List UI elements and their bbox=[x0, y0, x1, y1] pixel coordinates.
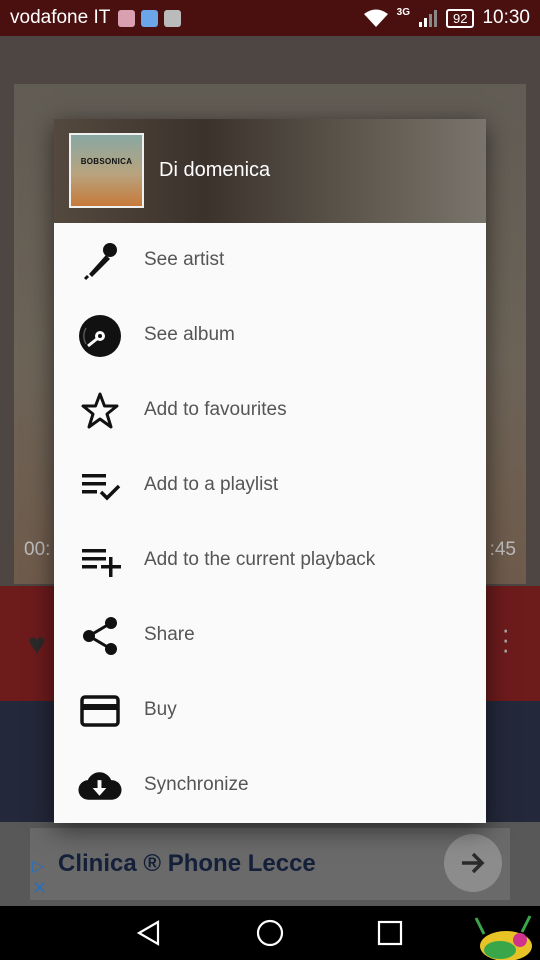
status-bar: vodafone IT 3G 92 10:30 bbox=[0, 0, 540, 36]
recent-apps-icon[interactable] bbox=[375, 918, 405, 948]
signal-icon bbox=[418, 10, 437, 27]
back-icon[interactable] bbox=[134, 918, 164, 948]
album-cover-text: BOBSONICA bbox=[80, 157, 133, 166]
headset-notification-icon bbox=[118, 9, 136, 27]
menu-label: Add to the current playback bbox=[144, 549, 376, 570]
menu-label: See album bbox=[144, 324, 235, 345]
star-icon bbox=[77, 388, 122, 433]
home-icon[interactable] bbox=[255, 918, 285, 948]
wifi-icon bbox=[363, 9, 388, 27]
cloud-download-icon bbox=[77, 763, 122, 808]
menu-label: Buy bbox=[144, 699, 177, 720]
menu-item-add-to-favourites[interactable]: Add to favourites bbox=[54, 373, 486, 448]
status-clock: 10:30 bbox=[482, 7, 530, 28]
battery-indicator: 92 bbox=[445, 8, 475, 28]
menu-item-synchronize[interactable]: Synchronize bbox=[54, 748, 486, 823]
menu-label: See artist bbox=[144, 249, 225, 270]
playlist-add-check-icon bbox=[77, 463, 122, 508]
share-icon bbox=[77, 613, 122, 658]
menu-item-see-album[interactable]: See album bbox=[54, 298, 486, 373]
menu-label: Share bbox=[144, 624, 195, 645]
menu-label: Add to a playlist bbox=[144, 474, 279, 495]
dialog-header: BOBSONICA Di domenica bbox=[54, 119, 486, 223]
song-options-dialog: BOBSONICA Di domenica See artist See alb… bbox=[54, 119, 486, 823]
credit-card-icon bbox=[77, 688, 122, 733]
navigation-bar bbox=[0, 906, 540, 960]
ad-close-icon[interactable]: ✕ bbox=[32, 878, 47, 899]
album-cover: BOBSONICA bbox=[69, 133, 144, 208]
menu-item-add-to-playlist[interactable]: Add to a playlist bbox=[54, 448, 486, 523]
ad-choices-icon[interactable]: ▷ bbox=[32, 856, 44, 876]
menu-item-share[interactable]: Share bbox=[54, 598, 486, 673]
notification-icons bbox=[118, 9, 182, 27]
menu-item-add-to-current-playback[interactable]: Add to the current playback bbox=[54, 523, 486, 598]
song-title: Di domenica bbox=[159, 159, 271, 181]
app-notification-icon bbox=[141, 9, 159, 27]
microphone-icon bbox=[77, 238, 122, 283]
network-type: 3G bbox=[396, 6, 410, 18]
menu-item-buy[interactable]: Buy bbox=[54, 673, 486, 748]
album-icon bbox=[77, 313, 122, 358]
ad-text[interactable]: Clinica ® Phone Lecce bbox=[58, 850, 316, 878]
elapsed-time: 00: bbox=[24, 539, 51, 560]
ad-banner[interactable]: Clinica ® Phone Lecce bbox=[0, 822, 540, 906]
more-vert-icon: · · · bbox=[501, 614, 510, 664]
total-time: :45 bbox=[489, 539, 516, 560]
heart-icon: ♥ bbox=[28, 628, 46, 661]
playlist-add-icon bbox=[77, 538, 122, 583]
menu-label: Add to favourites bbox=[144, 399, 287, 420]
ad-content[interactable]: Clinica ® Phone Lecce bbox=[30, 828, 510, 900]
menu-item-see-artist[interactable]: See artist bbox=[54, 223, 486, 298]
image-notification-icon bbox=[164, 9, 182, 27]
arrow-right-icon[interactable] bbox=[444, 834, 502, 892]
menu-label: Synchronize bbox=[144, 774, 249, 795]
android-logo-icon bbox=[474, 915, 532, 960]
carrier-name: vodafone IT bbox=[10, 7, 111, 28]
